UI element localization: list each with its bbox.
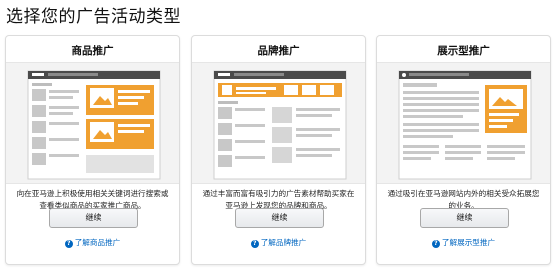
continue-button[interactable]: 继续 bbox=[235, 208, 324, 228]
learn-more-label[interactable]: 了解展示型推广 bbox=[442, 238, 495, 247]
question-circle-icon: ? bbox=[250, 240, 259, 248]
card-title: 商品推广 bbox=[71, 45, 114, 57]
continue-button[interactable]: 继续 bbox=[420, 208, 509, 228]
sponsored-display-preview bbox=[377, 62, 550, 184]
mockup-illustration bbox=[27, 70, 161, 180]
mockup-illustration bbox=[398, 70, 532, 180]
card-title: 品牌推广 bbox=[257, 45, 300, 57]
sponsored-products-preview bbox=[6, 62, 179, 184]
question-circle-icon: ? bbox=[431, 240, 440, 248]
learn-more-label[interactable]: 了解商品推广 bbox=[75, 238, 121, 247]
learn-more-link[interactable]: ? 了解品牌推广 bbox=[192, 238, 365, 248]
question-circle-icon: ? bbox=[64, 240, 73, 248]
page-title: 选择您的广告活动类型 bbox=[6, 7, 181, 27]
sponsored-brands-preview bbox=[192, 62, 365, 184]
card-title: 展示型推广 bbox=[437, 45, 490, 57]
learn-more-link[interactable]: ? 了解展示型推广 bbox=[377, 238, 550, 248]
learn-more-label[interactable]: 了解品牌推广 bbox=[261, 238, 307, 247]
mockup-illustration bbox=[213, 70, 347, 180]
card-sponsored-brands: 品牌推广 通过丰富而富有吸引力的广告素材帮助买家在亚马逊上发现您的品牌和商品。 … bbox=[191, 35, 366, 265]
learn-more-link[interactable]: ? 了解商品推广 bbox=[6, 238, 179, 248]
card-sponsored-products: 商品推广 向在亚马逊上积极使用相关关键词进行搜索或查看类似商品的买家推广商品。 … bbox=[5, 35, 180, 265]
continue-button[interactable]: 继续 bbox=[49, 208, 138, 228]
card-sponsored-display: 展示型推广 通过吸引在亚马逊网站内外的相关受众拓展您的业务。 继续 ? 了解展示… bbox=[376, 35, 551, 265]
